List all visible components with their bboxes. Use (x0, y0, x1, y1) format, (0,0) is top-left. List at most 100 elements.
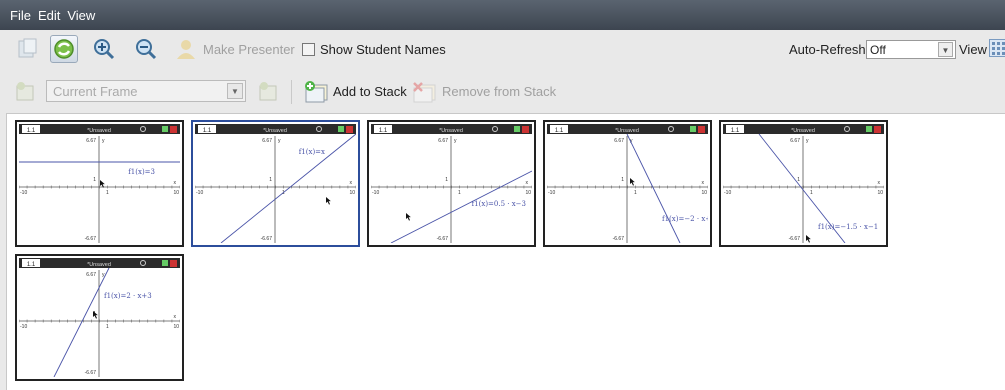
tab-label: 1.1 (731, 128, 740, 134)
make-presenter-icon-button[interactable] (172, 35, 200, 63)
x-min-label: -10 (372, 190, 379, 196)
remove-from-stack-icon-button[interactable] (410, 78, 438, 106)
document-title: *Unsaved (87, 128, 111, 134)
x-max-label: 10 (173, 190, 179, 196)
menu-edit[interactable]: Edit (38, 8, 60, 23)
battery-icon (338, 126, 344, 132)
x-tick-label: 1 (458, 190, 461, 196)
y-max-label: 6.67 (262, 138, 272, 144)
graph-screen: 1.1*Unsaved6.67y-6.67-1010x11f1(x)=2 · x… (19, 258, 180, 377)
chevron-down-icon[interactable]: ▼ (227, 83, 243, 99)
zoom-out-icon (136, 39, 157, 60)
refresh-icon (54, 39, 74, 59)
tab-label: 1.1 (27, 262, 36, 268)
view-label: View (959, 42, 987, 57)
refresh-button[interactable] (50, 35, 78, 63)
function-label: f1(x)=x (299, 148, 325, 156)
document-title: *Unsaved (615, 128, 639, 134)
battery-icon (866, 126, 872, 132)
toolbar-separator (291, 80, 292, 104)
tab-label: 1.1 (27, 128, 36, 134)
student-screen-thumbnail[interactable]: 1.1*Unsaved6.67y-6.67-1010x11f1(x)=2 · x… (15, 254, 184, 381)
screen-capture-button[interactable] (14, 35, 42, 63)
menu-view[interactable]: View (67, 8, 95, 23)
auto-refresh-select[interactable]: Off ▼ (866, 40, 956, 59)
student-screen-thumbnail[interactable]: 1.1 *Unsaved 6.67 y -6.67 -10 10 x 1 1 f1(x)=−1.5 … (719, 120, 888, 247)
x-min-label: -10 (20, 324, 27, 330)
function-label: f1(x)=3 (128, 168, 155, 176)
x-tick-label: 1 (634, 190, 637, 196)
student-screen-thumbnail[interactable]: 1.1 *Unsaved 6.67 y -6.67 -10 10 x 1 1 f1(x)=3 (15, 120, 184, 247)
student-screen-thumbnail[interactable]: 1.1 *Unsaved 6.67 y -6.67 -10 10 x 1 1 f1(x)=−2 · … (543, 120, 712, 247)
graph-screen: 1.1 *Unsaved6.67 y-6.67-10 10x11f1(x)=−1.5 … (723, 124, 884, 243)
x-tick-label: 1 (106, 190, 109, 196)
close-icon (698, 126, 705, 133)
y-max-label: 6.67 (438, 138, 448, 144)
auto-refresh-value: Off (870, 43, 886, 57)
close-icon (874, 126, 881, 133)
y-max-label: 6.67 (86, 138, 96, 144)
menu-file[interactable]: File (10, 8, 31, 23)
y-tick-label: 1 (621, 177, 624, 183)
x-min-label: -10 (724, 190, 731, 196)
zoom-out-button[interactable] (132, 35, 160, 63)
zoom-in-button[interactable] (90, 35, 118, 63)
tab-label: 1.1 (379, 128, 388, 134)
x-tick-label: 1 (106, 324, 109, 330)
main-toolbar: Make Presenter Show Student Names Auto-R… (0, 32, 1005, 68)
previous-frame-button[interactable] (12, 78, 40, 106)
y-max-label: 6.67 (614, 138, 624, 144)
frame-icon (16, 82, 34, 101)
screen-capture-icon (18, 38, 37, 58)
add-to-stack-icon-button[interactable] (302, 78, 330, 106)
y-min-label: -6.67 (85, 370, 97, 376)
remove-from-stack-icon (413, 82, 436, 103)
chevron-down-icon[interactable]: ▼ (938, 42, 953, 57)
frame-select[interactable]: Current Frame ▼ (46, 80, 246, 102)
close-icon (346, 126, 353, 133)
auto-refresh-label: Auto-Refresh: (789, 42, 870, 57)
student-screen-thumbnail[interactable]: 1.1*Unsaved6.67y-6.67-1010x11f1(x)=x (191, 120, 360, 247)
next-frame-button[interactable] (255, 78, 283, 106)
y-max-label: 6.67 (790, 138, 800, 144)
document-title: *Unsaved (791, 128, 815, 134)
tab-label: 1.1 (555, 128, 564, 134)
battery-icon (514, 126, 520, 132)
y-tick-label: 1 (269, 177, 272, 183)
document-title: *Unsaved (263, 128, 287, 134)
y-tick-label: 1 (797, 177, 800, 183)
battery-icon (162, 126, 168, 132)
graph-screen: 1.1 *Unsaved6.67 y-6.67-10 10x11f1(x)=0.5 ·… (371, 124, 532, 243)
function-label: f1(x)=2 · x+3 (104, 292, 152, 300)
graph-screen: 1.1*Unsaved6.67y-6.67-1010x11f1(x)=x (195, 124, 356, 243)
y-min-label: -6.67 (85, 236, 97, 242)
y-tick-label: 1 (93, 177, 96, 183)
close-icon (522, 126, 529, 133)
x-min-label: -10 (548, 190, 555, 196)
x-max-label: 10 (349, 190, 355, 196)
y-tick-label: 1 (445, 177, 448, 183)
remove-from-stack-button[interactable]: Remove from Stack (442, 84, 556, 99)
battery-icon (690, 126, 696, 132)
x-min-label: -10 (20, 190, 27, 196)
x-min-label: -10 (196, 190, 203, 196)
add-to-stack-button[interactable]: Add to Stack (333, 84, 407, 99)
frame-select-value: Current Frame (53, 84, 138, 99)
document-title: *Unsaved (87, 262, 111, 268)
presenter-icon (177, 40, 195, 59)
document-title: *Unsaved (439, 128, 463, 134)
x-max-label: 10 (701, 190, 707, 196)
menu-bar: File Edit View (0, 0, 1005, 30)
y-min-label: -6.67 (261, 236, 273, 242)
frame-icon (259, 82, 277, 101)
grid-view-icon[interactable] (989, 39, 1005, 57)
show-student-names-label[interactable]: Show Student Names (320, 42, 446, 57)
student-screen-thumbnail[interactable]: 1.1 *Unsaved 6.67 y -6.67 -10 10 x 1 1 f1(x)=0.5 ·… (367, 120, 536, 247)
zoom-in-icon (94, 39, 115, 60)
y-min-label: -6.67 (789, 236, 801, 242)
x-max-label: 10 (525, 190, 531, 196)
show-student-names-checkbox[interactable] (302, 43, 315, 56)
make-presenter-button[interactable]: Make Presenter (203, 42, 295, 57)
close-icon (170, 126, 177, 133)
graph-screen: 1.1 *Unsaved6.67 y-6.67-10 10x11f1(x)=−2 · … (547, 124, 708, 243)
